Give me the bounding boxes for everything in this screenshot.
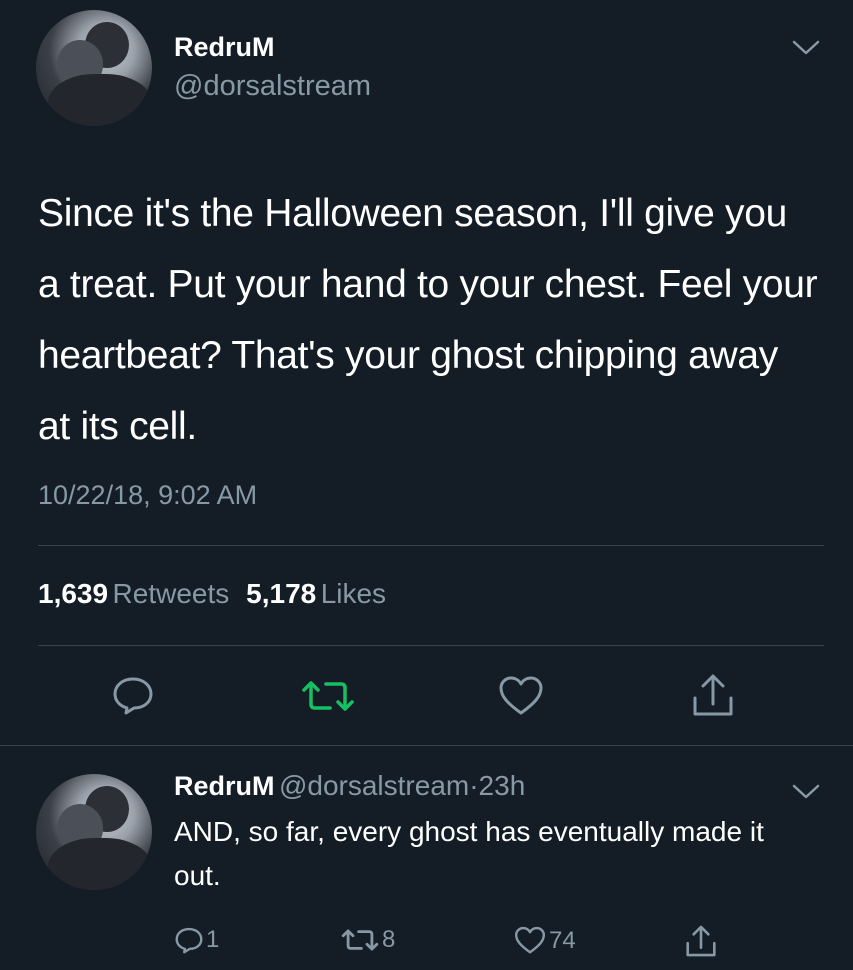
reply-author-avatar[interactable] (36, 774, 152, 890)
like-count: 74 (549, 926, 576, 954)
divider (38, 545, 824, 546)
reply-text: AND, so far, every ghost has eventually … (174, 816, 764, 891)
tweet-stats: 1,639 Retweets 5,178 Likes (38, 578, 386, 610)
reply-author-name[interactable]: RedruM (174, 771, 275, 801)
retweets-count[interactable]: 1,639 (38, 578, 108, 609)
author-name[interactable]: RedruM (174, 32, 275, 63)
retweet-count: 8 (382, 926, 396, 953)
separator-dot: · (469, 770, 479, 801)
retweet-icon[interactable] (340, 926, 380, 954)
reply-action-like[interactable]: 74 (514, 926, 576, 955)
share-icon[interactable] (684, 924, 718, 958)
reply-count: 1 (206, 926, 220, 953)
author-handle[interactable]: @dorsalstream (174, 70, 371, 103)
chevron-down-icon[interactable] (791, 38, 821, 58)
reply-action-reply[interactable]: 1 (174, 926, 219, 954)
divider (0, 745, 853, 746)
author-avatar[interactable] (36, 10, 152, 126)
tweet-text: Since it's the Halloween season, I'll gi… (38, 192, 818, 448)
reply-header: RedruM @dorsalstream·23h (174, 770, 525, 802)
likes-count[interactable]: 5,178 (246, 578, 316, 609)
retweet-icon[interactable] (300, 676, 356, 716)
likes-label[interactable]: Likes (321, 578, 386, 609)
like-icon[interactable] (498, 675, 544, 717)
reply-icon[interactable] (174, 926, 204, 954)
retweets-label[interactable]: Retweets (113, 578, 230, 609)
tweet-timestamp: 10/22/18, 9:02 AM (38, 480, 258, 510)
reply-author-handle[interactable]: @dorsalstream (279, 770, 469, 801)
reply-time[interactable]: 23h (479, 770, 526, 801)
share-icon[interactable] (690, 672, 736, 718)
reply-icon[interactable] (111, 675, 155, 715)
divider (38, 645, 824, 646)
like-icon[interactable] (514, 926, 546, 955)
reply-action-retweet[interactable]: 8 (340, 926, 395, 954)
chevron-down-icon[interactable] (791, 782, 821, 802)
